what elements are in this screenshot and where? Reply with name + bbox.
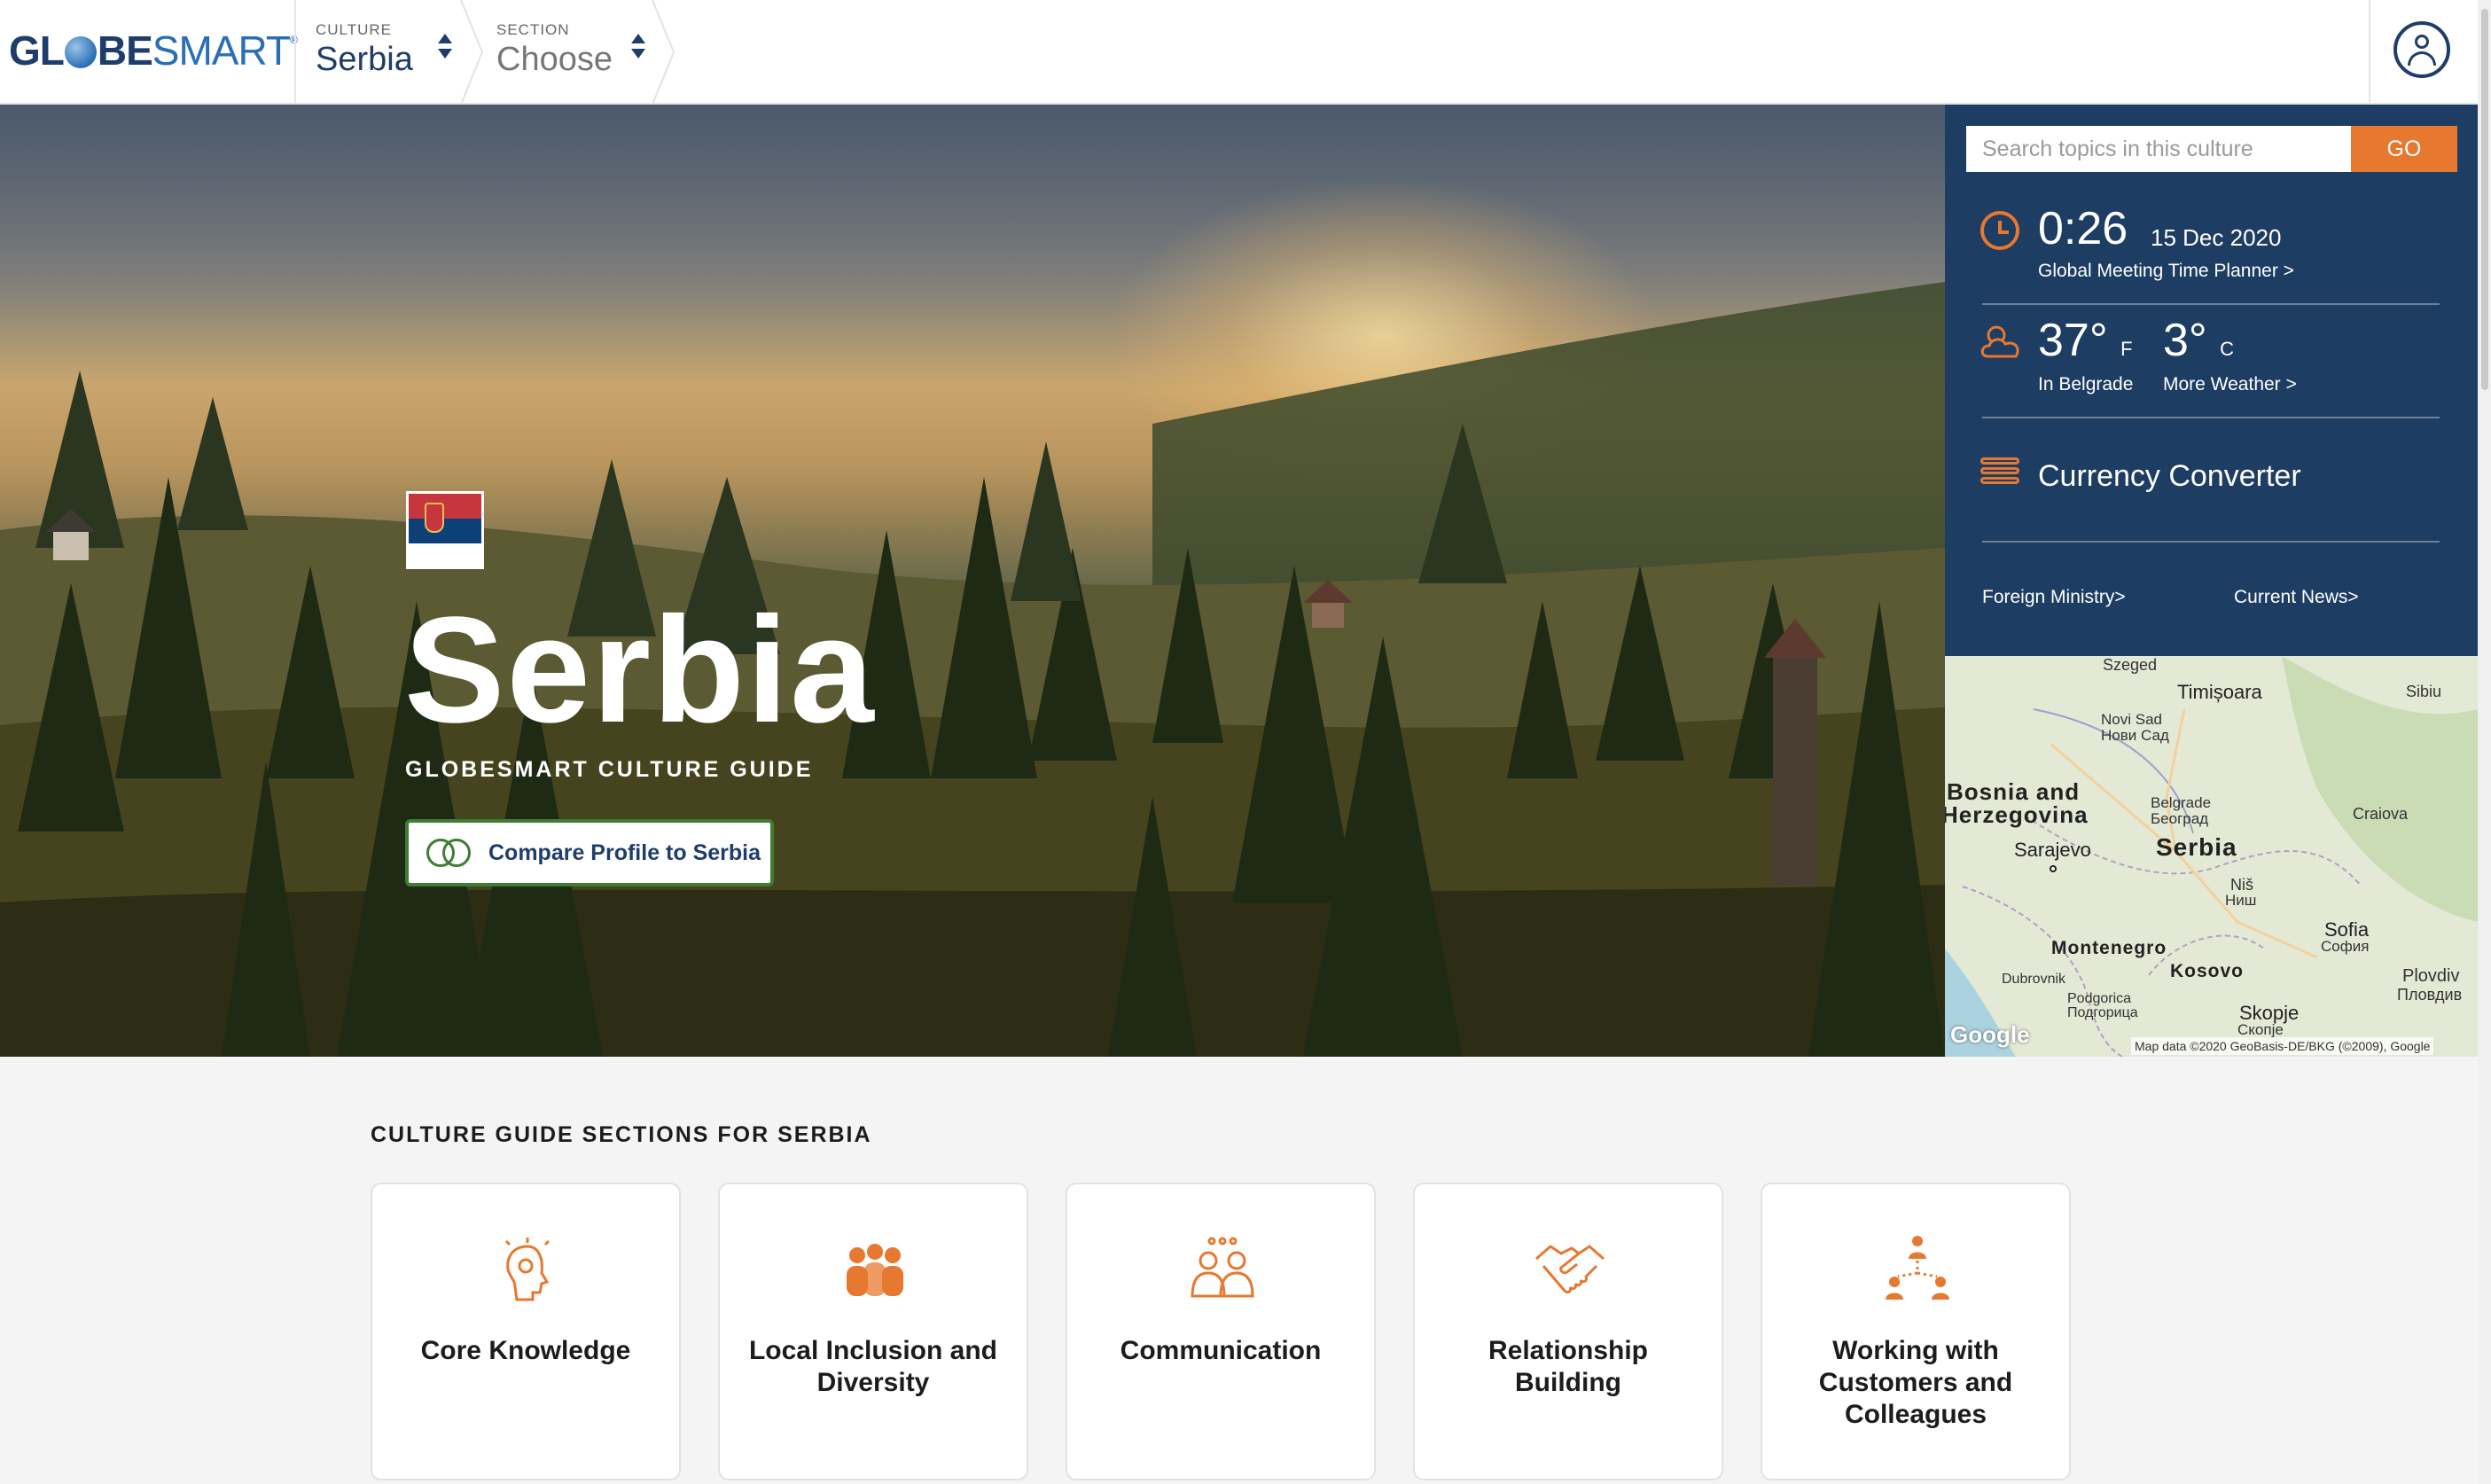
breadcrumb-chevron-icon — [460, 0, 484, 105]
temperature-fahrenheit: 37° F — [2038, 314, 2133, 367]
weather-location: In Belgrade — [2038, 374, 2134, 394]
breadcrumb-chevron-icon — [652, 0, 675, 105]
head-gears-icon — [504, 1238, 551, 1301]
sections-heading: CULTURE GUIDE SECTIONS FOR SERBIA — [371, 1122, 872, 1147]
section-card-label: Core Knowledge — [420, 1336, 631, 1365]
scrollbar-thumb[interactable] — [2481, 9, 2488, 390]
local-date: 15 Dec 2020 — [2151, 224, 2282, 251]
compare-profile-label: Compare Profile to Serbia — [488, 840, 761, 865]
map-label-novi-sad: Novi Sad — [2101, 711, 2162, 728]
user-menu[interactable] — [2369, 0, 2478, 105]
local-time: 0:26 — [2038, 203, 2128, 254]
search-go-button[interactable]: GO — [2351, 126, 2457, 172]
globe-icon — [64, 36, 97, 68]
user-avatar-icon[interactable] — [2393, 21, 2450, 78]
section-card-working-with-customers[interactable]: Working with Customers and Colleagues — [1761, 1183, 2071, 1480]
network-people-icon — [1886, 1236, 1949, 1300]
temperature-celsius: 3° C — [2163, 314, 2234, 367]
temp-c-value: 3° — [2163, 315, 2207, 366]
handshake-icon — [1535, 1245, 1605, 1294]
panel-divider — [1982, 417, 2440, 418]
logo-text-gl: GL — [9, 27, 65, 74]
map-label-herzegovina: Herzegovina — [1945, 801, 2089, 828]
more-weather-link[interactable]: More Weather > — [2163, 374, 2297, 395]
panel-divider — [1982, 303, 2440, 305]
map-label-belgrade-cyr: Београд — [2151, 810, 2209, 827]
section-card-label: Relationship Building — [1488, 1336, 1648, 1397]
logo-text-be: BE — [97, 27, 153, 74]
temp-f-value: 37° — [2038, 315, 2108, 366]
country-title: Serbia — [404, 586, 876, 754]
map-label-kosovo: Kosovo — [2170, 961, 2245, 981]
hero-forest-landscape — [0, 282, 1945, 1057]
culture-caption: CULTURE — [316, 21, 393, 38]
culture-value: Serbia — [316, 41, 413, 78]
culture-selector[interactable]: CULTURE Serbia — [316, 21, 413, 79]
temp-f-unit: F — [2120, 338, 2133, 360]
map-city-marker — [2050, 865, 2057, 872]
section-card-label: Communication — [1120, 1336, 1322, 1365]
diverse-people-icon — [847, 1244, 903, 1296]
map-label-sarajevo: Sarajevo — [2014, 839, 2091, 861]
map-label-dubrovnik: Dubrovnik — [2002, 972, 2066, 987]
panel-divider — [1982, 541, 2440, 543]
meeting-time-planner-link[interactable]: Global Meeting Time Planner > — [2038, 261, 2294, 282]
compare-profile-button[interactable]: Compare Profile to Serbia — [405, 819, 774, 886]
section-sort-arrows-icon[interactable] — [631, 34, 647, 59]
map-label-nis-cyr: Ниш — [2225, 892, 2257, 909]
section-card-communication[interactable]: Communication — [1066, 1183, 1376, 1480]
temp-c-unit: C — [2220, 338, 2235, 360]
section-caption: SECTION — [496, 21, 570, 38]
section-card-local-inclusion[interactable]: Local Inclusion and Diversity — [718, 1183, 1028, 1480]
globesmart-logo[interactable]: GL BESMART® — [9, 27, 298, 74]
section-value: Choose — [496, 41, 613, 78]
map-label-novi-sad-cyr: Нови Сад — [2101, 727, 2169, 744]
map-credit: Map data ©2020 GeoBasis-DE/BKG (©2009), … — [2131, 1037, 2434, 1055]
map-label-timisoara: Timișoara — [2177, 681, 2262, 703]
current-news-link[interactable]: Current News> — [2234, 587, 2359, 608]
clock-icon — [1980, 211, 2019, 250]
map-label-sofia-cyr: София — [2321, 938, 2370, 955]
coins-icon — [1980, 457, 2019, 493]
top-navigation-bar: GL BESMART® CULTURE Serbia SECTION Choose — [0, 0, 2478, 105]
section-card-relationship-building[interactable]: Relationship Building — [1413, 1183, 1723, 1480]
section-selector[interactable]: SECTION Choose — [496, 21, 613, 79]
map-label-serbia: Serbia — [2156, 833, 2237, 861]
map-label-plovdiv: Plovdiv — [2402, 966, 2460, 986]
location-map[interactable]: Szeged Timișoara Sibiu Novi Sad Нови Сад… — [1945, 656, 2478, 1057]
foreign-ministry-link[interactable]: Foreign Ministry> — [1982, 587, 2126, 608]
guide-subtitle: GLOBESMART CULTURE GUIDE — [405, 757, 814, 782]
map-label-craiova: Craiova — [2353, 805, 2409, 823]
section-card-label: Local Inclusion and Diversity — [748, 1336, 998, 1397]
map-label-sibiu: Sibiu — [2406, 683, 2442, 700]
map-label-skopje-cyr: Скопје — [2237, 1021, 2284, 1038]
culture-search-input[interactable] — [1966, 126, 2351, 172]
map-label-podgorica-cyr: Подгорица — [2067, 1005, 2138, 1020]
header-divider — [294, 0, 296, 105]
section-card-core-knowledge[interactable]: Core Knowledge — [371, 1183, 681, 1480]
compare-circles-icon — [426, 839, 471, 867]
map-label-szeged: Szeged — [2103, 656, 2158, 674]
hero-banner-image: Serbia GLOBESMART CULTURE GUIDE Compare … — [0, 105, 1945, 1057]
culture-info-panel: GO 0:26 15 Dec 2020 Global Meeting Time … — [1945, 105, 2478, 656]
people-talking-icon — [1191, 1237, 1254, 1298]
culture-sort-arrows-icon[interactable] — [438, 34, 454, 59]
partly-cloudy-icon — [1980, 325, 2019, 358]
logo-text-smart: SMART — [152, 27, 291, 74]
section-card-label: Working with Customers and Colleagues — [1818, 1336, 2013, 1429]
currency-converter-link[interactable]: Currency Converter — [2038, 459, 2301, 494]
map-label-belgrade: Belgrade — [2151, 794, 2212, 811]
map-label-plovdiv-cyr: Пловдив — [2397, 986, 2463, 1004]
serbia-flag-icon — [406, 491, 484, 569]
map-label-montenegro: Montenegro — [2051, 938, 2167, 958]
google-logo: Google — [1950, 1021, 2030, 1048]
